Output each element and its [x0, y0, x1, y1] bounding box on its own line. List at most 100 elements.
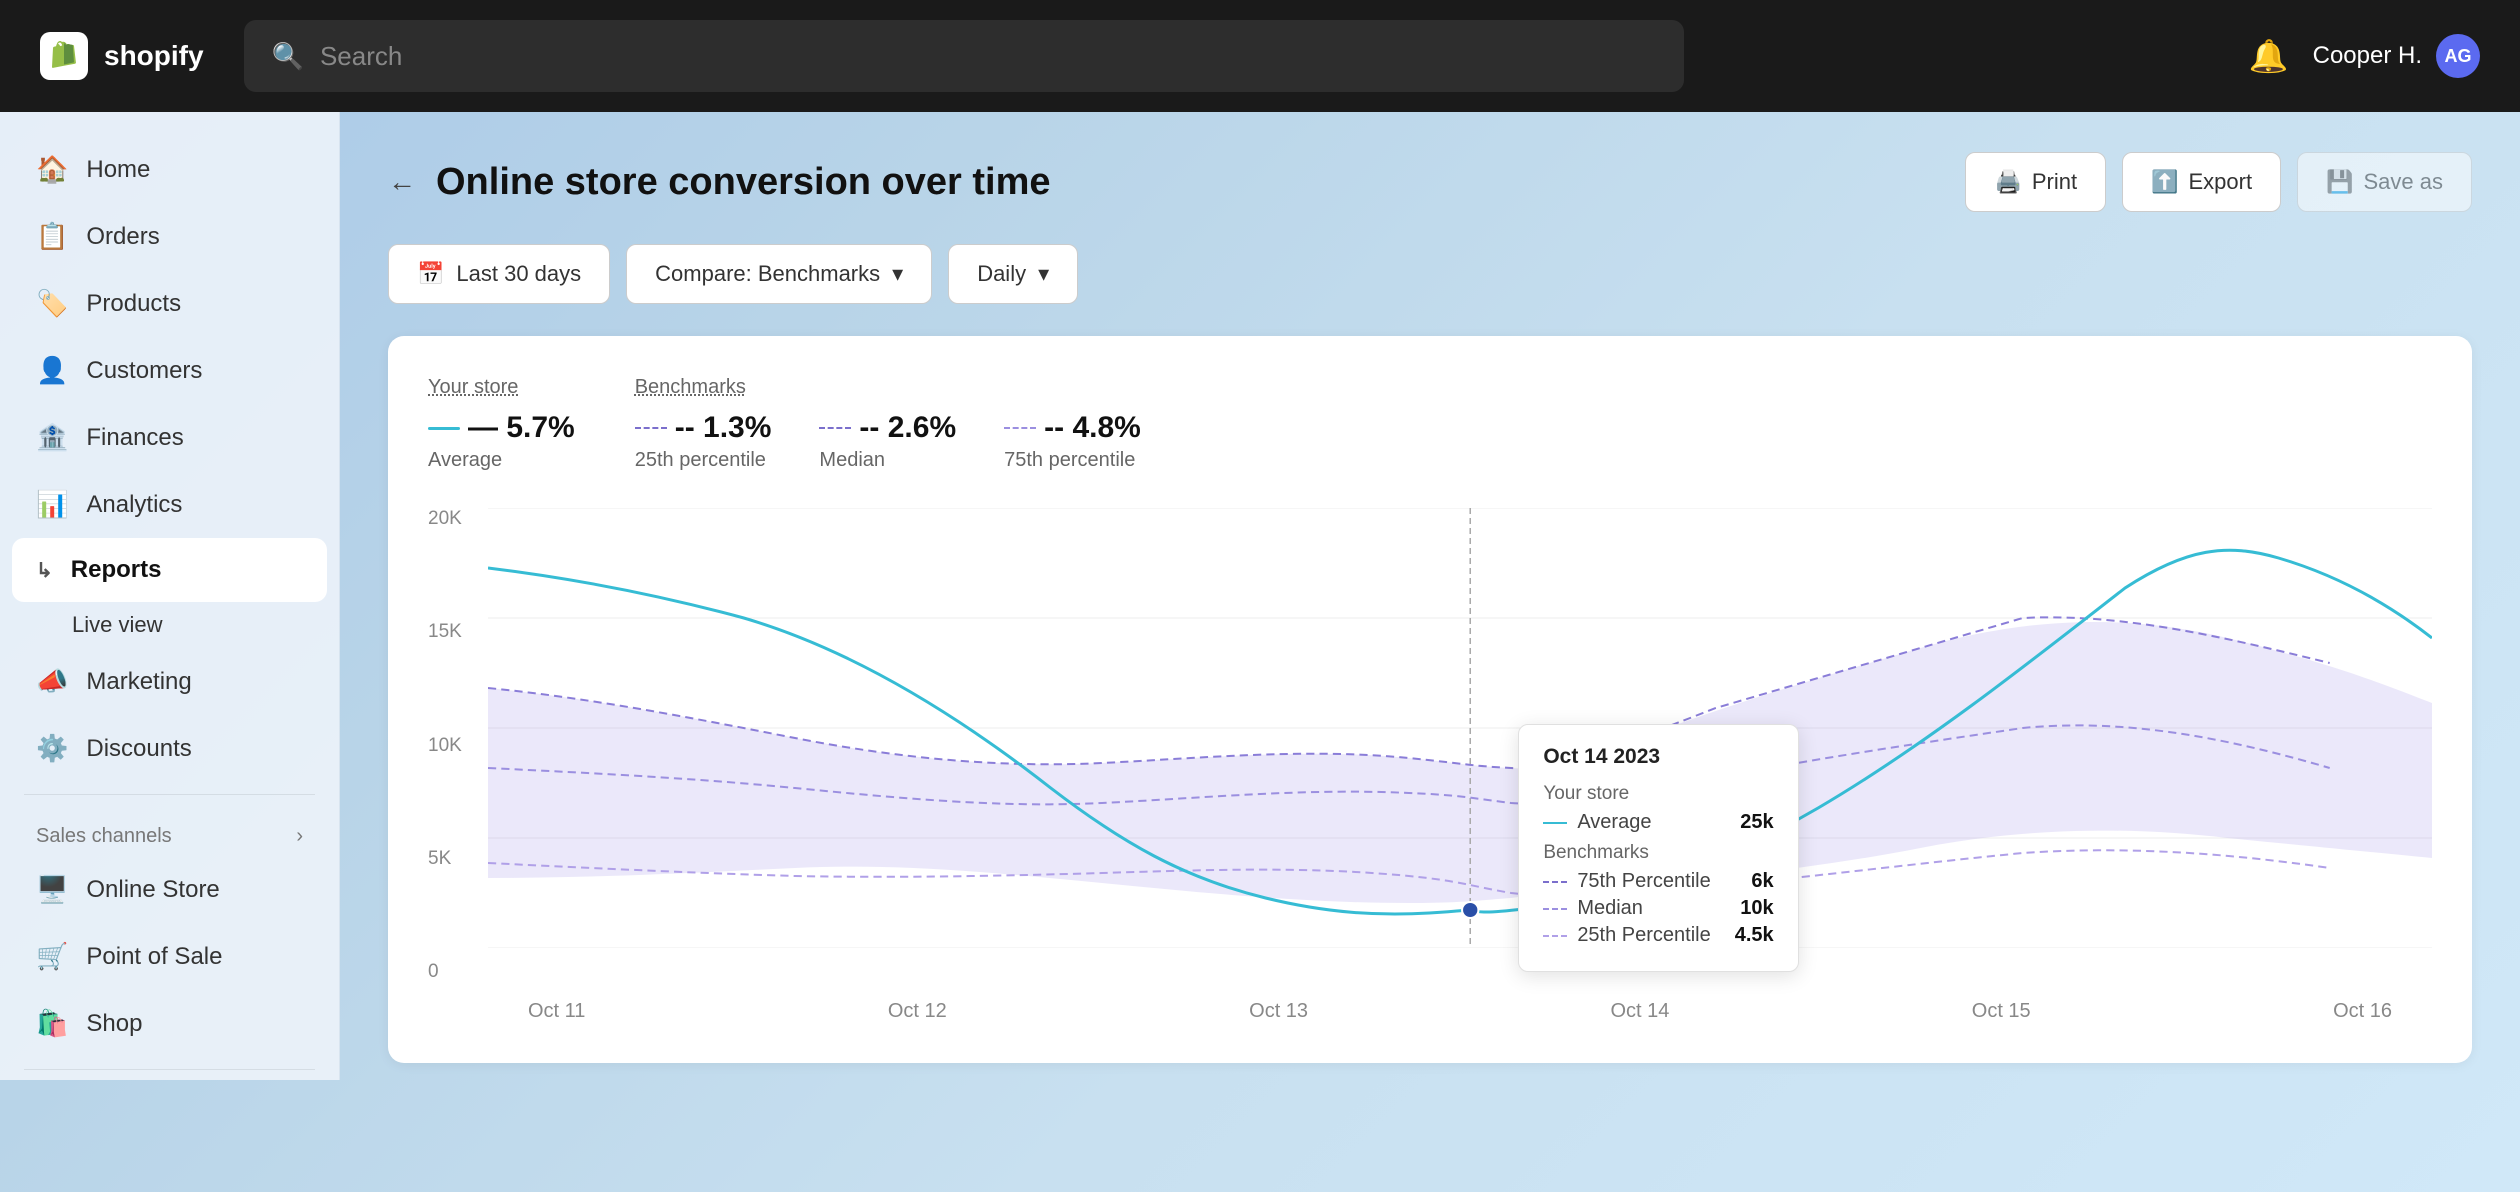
dashed-line-2	[819, 427, 851, 429]
sidebar-item-label: Point of Sale	[86, 943, 222, 971]
online-store-icon: 🖥️	[36, 874, 68, 905]
chevron-down-icon: ▾	[892, 261, 903, 287]
sidebar-item-products[interactable]: 🏷️ Products	[0, 270, 339, 337]
y-label-0: 0	[428, 961, 476, 983]
sales-channels-section[interactable]: Sales channels ›	[0, 807, 339, 856]
print-button[interactable]: 🖨️ Print	[1965, 152, 2106, 212]
sidebar-item-point-of-sale[interactable]: 🛒 Point of Sale	[0, 923, 339, 990]
dashed-line-1	[635, 427, 667, 429]
sidebar-item-reports[interactable]: ↳ Reports	[12, 538, 327, 602]
sidebar-item-finances[interactable]: 🏦 Finances	[0, 404, 339, 471]
user-menu-button[interactable]: Cooper H. AG	[2313, 34, 2480, 78]
p75-legend-item: -- 4.8% 75th percentile	[1004, 411, 1141, 472]
sidebar-item-label: Online Store	[86, 876, 219, 904]
sidebar-item-label: Shop	[86, 1010, 142, 1038]
export-label: Export	[2189, 169, 2253, 195]
sidebar-divider-2	[24, 1069, 315, 1070]
median-legend-item: -- 2.6% Median	[819, 411, 956, 472]
benchmarks-label: Benchmarks	[635, 376, 1141, 399]
chart-legend: Your store — 5.7% Average Benchmarks	[428, 376, 2432, 472]
x-label-oct15: Oct 15	[1972, 1000, 2031, 1023]
interval-label: Daily	[977, 261, 1026, 287]
sidebar-item-label: Customers	[86, 357, 202, 385]
tooltip-avg-value: 25k	[1740, 811, 1773, 834]
save-as-button[interactable]: 💾 Save as	[2297, 152, 2472, 212]
save-as-label: Save as	[2364, 169, 2444, 195]
avg-legend-item: — 5.7% Average	[428, 411, 575, 472]
x-axis: Oct 11 Oct 12 Oct 13 Oct 14 Oct 15 Oct 1…	[488, 988, 2432, 1023]
back-button[interactable]: ←	[388, 166, 416, 198]
chart-with-yaxis: 0 5K 10K 15K 20K	[428, 508, 2432, 1023]
topbar: shopify 🔍 Search 🔔 Cooper H. AG	[0, 0, 2520, 112]
tooltip-date: Oct 14 2023	[1543, 745, 1773, 769]
tooltip: Oct 14 2023 Your store Average 25k Bench…	[1518, 724, 1798, 972]
tooltip-p75-line	[1543, 881, 1567, 883]
logo-icon	[40, 32, 88, 80]
x-label-oct11: Oct 11	[528, 1000, 585, 1023]
logo-text: shopify	[104, 40, 204, 72]
sales-channels-chevron: ›	[296, 825, 303, 848]
sidebar-item-discounts[interactable]: ⚙️ Discounts	[0, 715, 339, 782]
chart-svg-wrapper: Oct 14 2023 Your store Average 25k Bench…	[488, 508, 2432, 1023]
sidebar-item-home[interactable]: 🏠 Home	[0, 136, 339, 203]
tooltip-p25-value: 4.5k	[1735, 924, 1774, 947]
print-icon: 🖨️	[1994, 169, 2021, 195]
compare-filter[interactable]: Compare: Benchmarks ▾	[626, 244, 932, 304]
x-label-oct12: Oct 12	[888, 1000, 947, 1023]
y-axis: 0 5K 10K 15K 20K	[428, 508, 488, 1023]
date-range-filter[interactable]: 📅 Last 30 days	[388, 244, 610, 304]
sidebar-item-label: Finances	[86, 424, 183, 452]
topbar-right: 🔔 Cooper H. AG	[2249, 34, 2480, 78]
your-store-items: — 5.7% Average	[428, 411, 575, 472]
notifications-button[interactable]: 🔔	[2249, 37, 2289, 75]
median-value: -- 2.6%	[819, 411, 956, 445]
x-label-oct16: Oct 16	[2333, 1000, 2392, 1023]
p75-value: -- 4.8%	[1004, 411, 1141, 445]
sidebar-item-customers[interactable]: 👤 Customers	[0, 337, 339, 404]
calendar-icon: 📅	[417, 261, 444, 287]
sidebar-item-label: Discounts	[86, 735, 191, 763]
sidebar-item-marketing[interactable]: 📣 Marketing	[0, 648, 339, 715]
tooltip-p25-row: 25th Percentile 4.5k	[1543, 924, 1773, 947]
sidebar-item-label: Marketing	[86, 668, 191, 696]
tooltip-p75-value: 6k	[1751, 870, 1773, 893]
tooltip-p25-line	[1543, 935, 1567, 937]
y-label-5k: 5K	[428, 848, 476, 870]
p25-value: -- 1.3%	[635, 411, 772, 445]
search-bar[interactable]: 🔍 Search	[244, 20, 1684, 92]
benchmarks-legend: Benchmarks -- 1.3% 25th percentile	[635, 376, 1141, 472]
sidebar-item-online-store[interactable]: 🖥️ Online Store	[0, 856, 339, 923]
tooltip-median-line	[1543, 908, 1567, 910]
filter-row: 📅 Last 30 days Compare: Benchmarks ▾ Dai…	[388, 244, 2472, 304]
export-button[interactable]: ⬆️ Export	[2122, 152, 2281, 212]
sidebar-item-label: Products	[86, 290, 181, 318]
print-label: Print	[2032, 169, 2077, 195]
y-label-20k: 20K	[428, 508, 476, 530]
sidebar-item-orders[interactable]: 📋 Orders	[0, 203, 339, 270]
tooltip-avg-line	[1543, 822, 1567, 824]
p75-label: 75th percentile	[1004, 449, 1141, 472]
sidebar-item-analytics[interactable]: 📊 Analytics	[0, 471, 339, 538]
avg-value: — 5.7%	[428, 411, 575, 445]
search-icon: 🔍	[272, 41, 304, 72]
chart-card: Your store — 5.7% Average Benchmarks	[388, 336, 2472, 1063]
tooltip-avg-label: Average	[1543, 811, 1651, 834]
interval-filter[interactable]: Daily ▾	[948, 244, 1078, 304]
user-avatar: AG	[2436, 34, 2480, 78]
back-icon: ←	[388, 166, 416, 197]
main-content: ← Online store conversion over time 🖨️ P…	[340, 112, 2520, 1080]
y-label-15k: 15K	[428, 621, 476, 643]
logo[interactable]: shopify	[40, 32, 204, 80]
analytics-icon: 📊	[36, 489, 68, 520]
dashed-line-3	[1004, 427, 1036, 429]
reports-icon: ↳	[36, 558, 53, 583]
sidebar-sub-liveview[interactable]: Live view	[0, 602, 339, 648]
discounts-icon: ⚙️	[36, 733, 68, 764]
layout: 🏠 Home 📋 Orders 🏷️ Products 👤 Customers …	[0, 112, 2520, 1080]
sidebar-item-shop[interactable]: 🛍️ Shop	[0, 990, 339, 1057]
sidebar: 🏠 Home 📋 Orders 🏷️ Products 👤 Customers …	[0, 112, 340, 1080]
chevron-down-icon-2: ▾	[1038, 261, 1049, 287]
band-area	[488, 622, 2432, 903]
tooltip-avg-row: Average 25k	[1543, 811, 1773, 834]
sidebar-item-label: Reports	[71, 556, 162, 584]
